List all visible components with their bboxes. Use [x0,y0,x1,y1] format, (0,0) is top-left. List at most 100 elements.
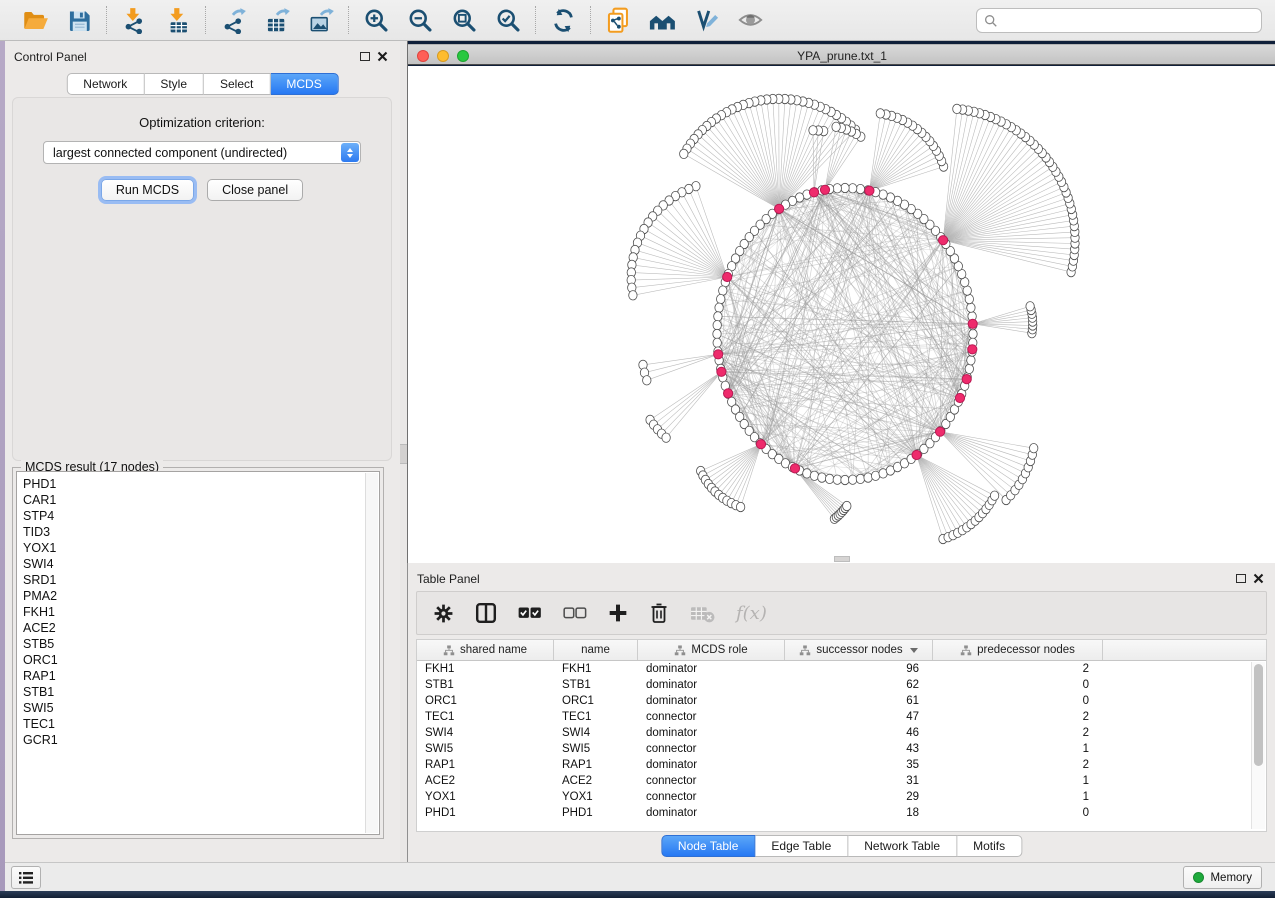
graph-node[interactable] [841,183,849,192]
table-cell[interactable]: 0 [933,677,1103,693]
graph-hub-node[interactable] [962,375,971,384]
table-scrollbar[interactable] [1251,662,1265,829]
column-header-MCDS-role[interactable]: MCDS role [638,640,785,660]
export-network-icon[interactable] [219,6,247,34]
add-column-icon[interactable] [608,603,628,623]
table-row[interactable]: FKH1FKH1dominator962 [417,661,1266,677]
table-cell[interactable]: YOX1 [417,789,554,805]
table-cell[interactable]: 1 [933,789,1103,805]
table-cell[interactable]: 31 [785,773,933,789]
scrollbar-thumb[interactable] [1254,664,1263,766]
table-cell[interactable]: 1 [933,773,1103,789]
float-panel-icon[interactable] [360,52,370,61]
refresh-icon[interactable] [549,6,577,34]
graph-node[interactable] [629,291,637,300]
mcds-result-item[interactable]: PHD1 [23,476,379,492]
graph-node[interactable] [990,491,998,500]
zoom-out-icon[interactable] [406,6,434,34]
graph-node[interactable] [719,286,727,295]
table-row[interactable]: ORC1ORC1dominator610 [417,693,1266,709]
graph-node[interactable] [967,356,975,365]
table-cell[interactable]: connector [638,789,785,805]
graph-node[interactable] [832,122,840,131]
tab-mcds[interactable]: MCDS [270,73,338,95]
table-cell[interactable]: dominator [638,805,785,821]
table-cell[interactable]: connector [638,741,785,757]
table-row[interactable]: PHD1PHD1dominator180 [417,805,1266,821]
criterion-select[interactable]: largest connected component (undirected) [43,141,361,164]
import-network-icon[interactable] [120,6,148,34]
tab-node-table[interactable]: Node Table [661,835,756,857]
splitter-grip[interactable] [400,444,407,464]
graph-node[interactable] [825,474,833,483]
graph-node[interactable] [953,104,961,113]
table-row[interactable]: STB1STB1dominator620 [417,677,1266,693]
float-panel-icon[interactable] [1236,574,1246,583]
graph-node[interactable] [965,294,973,303]
table-cell[interactable]: dominator [638,725,785,741]
graph-node[interactable] [849,184,857,193]
mcds-result-list[interactable]: PHD1CAR1STP4TID3YOX1SWI4SRD1PMA2FKH1ACE2… [16,471,380,835]
eye-icon[interactable] [736,6,764,34]
graph-hub-node[interactable] [717,367,726,376]
table-cell[interactable]: 2 [933,757,1103,773]
table-row[interactable]: SWI5SWI5connector431 [417,741,1266,757]
graph-node[interactable] [963,286,971,295]
table-cell[interactable]: 2 [933,709,1103,725]
graph-node[interactable] [662,433,670,442]
table-cell[interactable]: ORC1 [417,693,554,709]
horizontal-splitter-grip[interactable] [834,556,850,562]
table-cell[interactable]: 2 [933,661,1103,677]
mcds-result-item[interactable]: STB1 [23,684,379,700]
table-cell[interactable]: RAP1 [554,757,638,773]
table-cell[interactable]: 61 [785,693,933,709]
tab-network-table[interactable]: Network Table [848,835,957,857]
graph-node[interactable] [969,329,977,338]
first-neighbors-icon[interactable] [648,6,676,34]
table-cell[interactable]: ACE2 [554,773,638,789]
table-cell[interactable]: PHD1 [417,805,554,821]
table-cell[interactable]: dominator [638,693,785,709]
table-cell[interactable]: SWI4 [554,725,638,741]
memory-button[interactable]: Memory [1183,866,1262,889]
table-cell[interactable]: 0 [933,693,1103,709]
graph-node[interactable] [713,338,721,347]
mcds-result-item[interactable]: STP4 [23,508,379,524]
column-header-shared-name[interactable]: shared name [417,640,554,660]
graph-node[interactable] [1030,444,1038,453]
graph-node[interactable] [809,126,817,135]
tab-edge-table[interactable]: Edge Table [755,835,848,857]
graph-node[interactable] [818,473,826,482]
graph-node[interactable] [833,184,841,193]
search-box[interactable] [976,8,1262,33]
run-mcds-button[interactable]: Run MCDS [101,179,194,201]
graph-node[interactable] [643,376,651,385]
table-cell[interactable]: 1 [933,741,1103,757]
deselect-all-icon[interactable] [563,607,587,620]
graph-hub-node[interactable] [724,389,733,398]
mcds-result-item[interactable]: GCR1 [23,732,379,748]
table-cell[interactable]: dominator [638,757,785,773]
table-row[interactable]: RAP1RAP1dominator352 [417,757,1266,773]
graph-hub-node[interactable] [790,464,799,473]
table-cell[interactable]: TEC1 [417,709,554,725]
column-header-successor-nodes[interactable]: successor nodes [785,640,933,660]
graph-node[interactable] [715,303,723,312]
mcds-result-item[interactable]: SWI4 [23,556,379,572]
import-table-icon[interactable] [164,6,192,34]
mcds-result-item[interactable]: CAR1 [23,492,379,508]
graph-hub-node[interactable] [936,427,945,436]
zoom-fit-icon[interactable] [450,6,478,34]
delete-column-icon[interactable] [649,602,669,624]
graph-node[interactable] [864,473,872,482]
table-cell[interactable]: PHD1 [554,805,638,821]
graph-hub-node[interactable] [912,450,921,459]
mcds-result-item[interactable]: ORC1 [23,652,379,668]
table-row[interactable]: TEC1TEC1connector472 [417,709,1266,725]
graph-node[interactable] [843,501,851,510]
table-cell[interactable]: 96 [785,661,933,677]
table-cell[interactable]: dominator [638,661,785,677]
graph-node[interactable] [713,321,721,330]
tab-style[interactable]: Style [144,73,204,95]
column-header-predecessor-nodes[interactable]: predecessor nodes [933,640,1103,660]
